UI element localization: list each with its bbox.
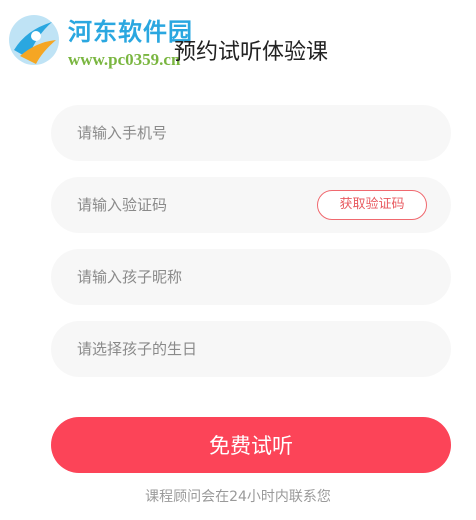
booking-page: 河东软件园 www.pc0359.cn 预约试听体验课 获取验证码 免费试听 课… [0,0,476,520]
child-nickname-field [51,249,451,305]
contact-notice: 课程顾问会在24小时内联系您 [145,489,331,505]
verification-code-field: 获取验证码 [51,177,451,233]
phone-input[interactable] [77,105,307,161]
free-trial-button[interactable]: 免费试听 [51,417,451,473]
child-nickname-input[interactable] [77,249,307,305]
child-birthday-field [51,321,451,377]
page-title: 预约试听体验课 [173,40,328,65]
verification-code-input[interactable] [77,177,307,233]
get-code-button[interactable]: 获取验证码 [317,190,427,220]
child-birthday-picker[interactable] [77,321,307,377]
phone-field [51,105,451,161]
